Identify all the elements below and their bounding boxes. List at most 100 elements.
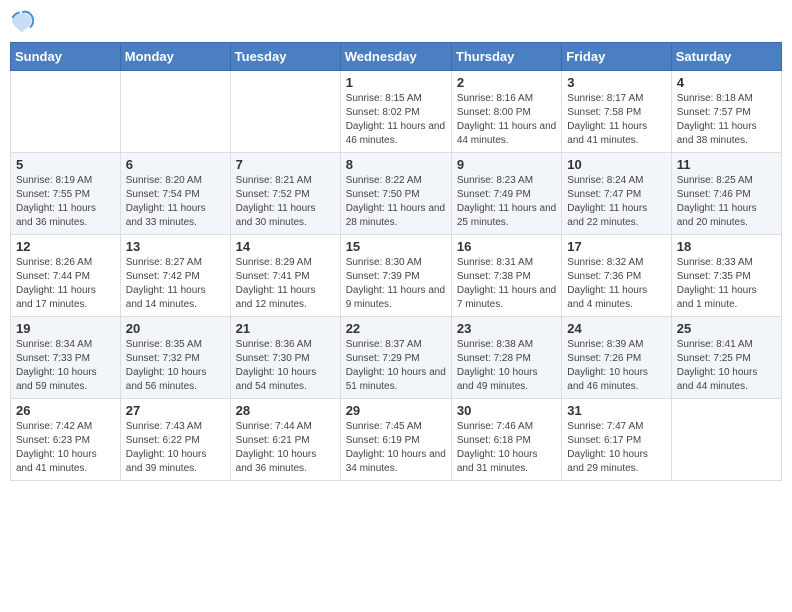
day-number: 29 bbox=[346, 403, 446, 418]
week-row-2: 5 Sunrise: 8:19 AM Sunset: 7:55 PM Daylig… bbox=[11, 153, 782, 235]
calendar-cell: 17 Sunrise: 8:32 AM Sunset: 7:36 PM Dayli… bbox=[562, 235, 671, 317]
calendar-cell: 15 Sunrise: 8:30 AM Sunset: 7:39 PM Dayli… bbox=[340, 235, 451, 317]
day-info: Sunrise: 8:26 AM Sunset: 7:44 PM Dayligh… bbox=[16, 256, 115, 312]
day-number: 14 bbox=[236, 239, 335, 254]
calendar-cell: 16 Sunrise: 8:31 AM Sunset: 7:38 PM Dayli… bbox=[451, 235, 561, 317]
day-number: 27 bbox=[126, 403, 225, 418]
day-info: Sunrise: 8:21 AM Sunset: 7:52 PM Dayligh… bbox=[236, 174, 335, 230]
calendar-cell: 18Sunrise: 8:33 AM Sunset: 7:35 PM Dayli… bbox=[671, 235, 781, 317]
day-number: 20 bbox=[126, 321, 225, 336]
day-number: 19 bbox=[16, 321, 115, 336]
calendar-cell: 6 Sunrise: 8:20 AM Sunset: 7:54 PM Daylig… bbox=[120, 153, 230, 235]
day-number: 16 bbox=[457, 239, 556, 254]
calendar-cell: 13Sunrise: 8:27 AM Sunset: 7:42 PM Dayli… bbox=[120, 235, 230, 317]
calendar-cell: 14 Sunrise: 8:29 AM Sunset: 7:41 PM Dayli… bbox=[230, 235, 340, 317]
day-info: Sunrise: 8:30 AM Sunset: 7:39 PM Dayligh… bbox=[346, 256, 446, 312]
calendar-cell: 31Sunrise: 7:47 AM Sunset: 6:17 PM Dayli… bbox=[562, 399, 671, 481]
day-number: 22 bbox=[346, 321, 446, 336]
day-number: 11 bbox=[677, 157, 776, 172]
calendar-cell: 19 Sunrise: 8:34 AM Sunset: 7:33 PM Dayli… bbox=[11, 317, 121, 399]
day-number: 6 bbox=[126, 157, 225, 172]
week-row-1: 1 Sunrise: 8:15 AM Sunset: 8:02 PM Daylig… bbox=[11, 71, 782, 153]
day-number: 5 bbox=[16, 157, 115, 172]
day-info: Sunrise: 7:42 AM Sunset: 6:23 PM Dayligh… bbox=[16, 420, 115, 476]
day-info: Sunrise: 7:45 AM Sunset: 6:19 PM Dayligh… bbox=[346, 420, 446, 476]
day-info: Sunrise: 8:36 AM Sunset: 7:30 PM Dayligh… bbox=[236, 338, 335, 394]
day-info: Sunrise: 8:39 AM Sunset: 7:26 PM Dayligh… bbox=[567, 338, 665, 394]
calendar-cell: 8 Sunrise: 8:22 AM Sunset: 7:50 PM Daylig… bbox=[340, 153, 451, 235]
calendar-cell: 21 Sunrise: 8:36 AM Sunset: 7:30 PM Dayli… bbox=[230, 317, 340, 399]
day-number: 17 bbox=[567, 239, 665, 254]
calendar-cell: 11 Sunrise: 8:25 AM Sunset: 7:46 PM Dayli… bbox=[671, 153, 781, 235]
day-info: Sunrise: 8:20 AM Sunset: 7:54 PM Dayligh… bbox=[126, 174, 225, 230]
day-info: Sunrise: 8:41 AM Sunset: 7:25 PM Dayligh… bbox=[677, 338, 776, 394]
calendar-cell: 28 Sunrise: 7:44 AM Sunset: 6:21 PM Dayli… bbox=[230, 399, 340, 481]
day-info: Sunrise: 8:31 AM Sunset: 7:38 PM Dayligh… bbox=[457, 256, 556, 312]
day-info: Sunrise: 7:46 AM Sunset: 6:18 PM Dayligh… bbox=[457, 420, 556, 476]
day-info: Sunrise: 8:27 AM Sunset: 7:42 PM Dayligh… bbox=[126, 256, 225, 312]
calendar-cell: 27 Sunrise: 7:43 AM Sunset: 6:22 PM Dayli… bbox=[120, 399, 230, 481]
day-info: Sunrise: 8:17 AM Sunset: 7:58 PM Dayligh… bbox=[567, 92, 665, 148]
day-number: 4 bbox=[677, 75, 776, 90]
calendar-cell: 26 Sunrise: 7:42 AM Sunset: 6:23 PM Dayli… bbox=[11, 399, 121, 481]
logo bbox=[10, 10, 38, 34]
header-saturday: Saturday bbox=[671, 43, 781, 71]
calendar-cell: 20 Sunrise: 8:35 AM Sunset: 7:32 PM Dayli… bbox=[120, 317, 230, 399]
day-info: Sunrise: 7:47 AM Sunset: 6:17 PM Dayligh… bbox=[567, 420, 665, 476]
day-info: Sunrise: 8:18 AM Sunset: 7:57 PM Dayligh… bbox=[677, 92, 776, 148]
calendar-cell: 24 Sunrise: 8:39 AM Sunset: 7:26 PM Dayli… bbox=[562, 317, 671, 399]
day-info: Sunrise: 8:15 AM Sunset: 8:02 PM Dayligh… bbox=[346, 92, 446, 148]
day-info: Sunrise: 8:19 AM Sunset: 7:55 PM Dayligh… bbox=[16, 174, 115, 230]
calendar-cell: 3Sunrise: 8:17 AM Sunset: 7:58 PM Daylig… bbox=[562, 71, 671, 153]
calendar-cell: 10Sunrise: 8:24 AM Sunset: 7:47 PM Dayli… bbox=[562, 153, 671, 235]
day-info: Sunrise: 8:22 AM Sunset: 7:50 PM Dayligh… bbox=[346, 174, 446, 230]
header-friday: Friday bbox=[562, 43, 671, 71]
calendar-cell: 2 Sunrise: 8:16 AM Sunset: 8:00 PM Daylig… bbox=[451, 71, 561, 153]
day-number: 1 bbox=[346, 75, 446, 90]
day-number: 25 bbox=[677, 321, 776, 336]
day-number: 24 bbox=[567, 321, 665, 336]
day-info: Sunrise: 8:35 AM Sunset: 7:32 PM Dayligh… bbox=[126, 338, 225, 394]
day-number: 12 bbox=[16, 239, 115, 254]
calendar-cell: 23Sunrise: 8:38 AM Sunset: 7:28 PM Dayli… bbox=[451, 317, 561, 399]
day-number: 2 bbox=[457, 75, 556, 90]
day-number: 26 bbox=[16, 403, 115, 418]
calendar-cell: 25 Sunrise: 8:41 AM Sunset: 7:25 PM Dayli… bbox=[671, 317, 781, 399]
day-number: 7 bbox=[236, 157, 335, 172]
calendar-cell: 22 Sunrise: 8:37 AM Sunset: 7:29 PM Dayli… bbox=[340, 317, 451, 399]
calendar-cell: 5 Sunrise: 8:19 AM Sunset: 7:55 PM Daylig… bbox=[11, 153, 121, 235]
day-info: Sunrise: 8:29 AM Sunset: 7:41 PM Dayligh… bbox=[236, 256, 335, 312]
day-info: Sunrise: 7:43 AM Sunset: 6:22 PM Dayligh… bbox=[126, 420, 225, 476]
calendar-cell bbox=[11, 71, 121, 153]
header-tuesday: Tuesday bbox=[230, 43, 340, 71]
day-number: 18 bbox=[677, 239, 776, 254]
calendar-cell: 1 Sunrise: 8:15 AM Sunset: 8:02 PM Daylig… bbox=[340, 71, 451, 153]
calendar-header-row: SundayMondayTuesdayWednesdayThursdayFrid… bbox=[11, 43, 782, 71]
day-info: Sunrise: 8:32 AM Sunset: 7:36 PM Dayligh… bbox=[567, 256, 665, 312]
calendar-cell: 29 Sunrise: 7:45 AM Sunset: 6:19 PM Dayli… bbox=[340, 399, 451, 481]
day-number: 21 bbox=[236, 321, 335, 336]
day-info: Sunrise: 7:44 AM Sunset: 6:21 PM Dayligh… bbox=[236, 420, 335, 476]
page-header bbox=[10, 10, 782, 34]
day-info: Sunrise: 8:25 AM Sunset: 7:46 PM Dayligh… bbox=[677, 174, 776, 230]
day-info: Sunrise: 8:16 AM Sunset: 8:00 PM Dayligh… bbox=[457, 92, 556, 148]
day-info: Sunrise: 8:34 AM Sunset: 7:33 PM Dayligh… bbox=[16, 338, 115, 394]
calendar-table: SundayMondayTuesdayWednesdayThursdayFrid… bbox=[10, 42, 782, 481]
calendar-cell: 9 Sunrise: 8:23 AM Sunset: 7:49 PM Daylig… bbox=[451, 153, 561, 235]
day-number: 15 bbox=[346, 239, 446, 254]
day-info: Sunrise: 8:24 AM Sunset: 7:47 PM Dayligh… bbox=[567, 174, 665, 230]
calendar-cell: 4 Sunrise: 8:18 AM Sunset: 7:57 PM Daylig… bbox=[671, 71, 781, 153]
day-number: 28 bbox=[236, 403, 335, 418]
day-number: 9 bbox=[457, 157, 556, 172]
day-info: Sunrise: 8:23 AM Sunset: 7:49 PM Dayligh… bbox=[457, 174, 556, 230]
day-number: 8 bbox=[346, 157, 446, 172]
calendar-cell: 30 Sunrise: 7:46 AM Sunset: 6:18 PM Dayli… bbox=[451, 399, 561, 481]
week-row-5: 26 Sunrise: 7:42 AM Sunset: 6:23 PM Dayli… bbox=[11, 399, 782, 481]
header-sunday: Sunday bbox=[11, 43, 121, 71]
week-row-4: 19 Sunrise: 8:34 AM Sunset: 7:33 PM Dayli… bbox=[11, 317, 782, 399]
calendar-cell bbox=[120, 71, 230, 153]
calendar-cell bbox=[671, 399, 781, 481]
day-info: Sunrise: 8:37 AM Sunset: 7:29 PM Dayligh… bbox=[346, 338, 446, 394]
day-number: 30 bbox=[457, 403, 556, 418]
header-thursday: Thursday bbox=[451, 43, 561, 71]
